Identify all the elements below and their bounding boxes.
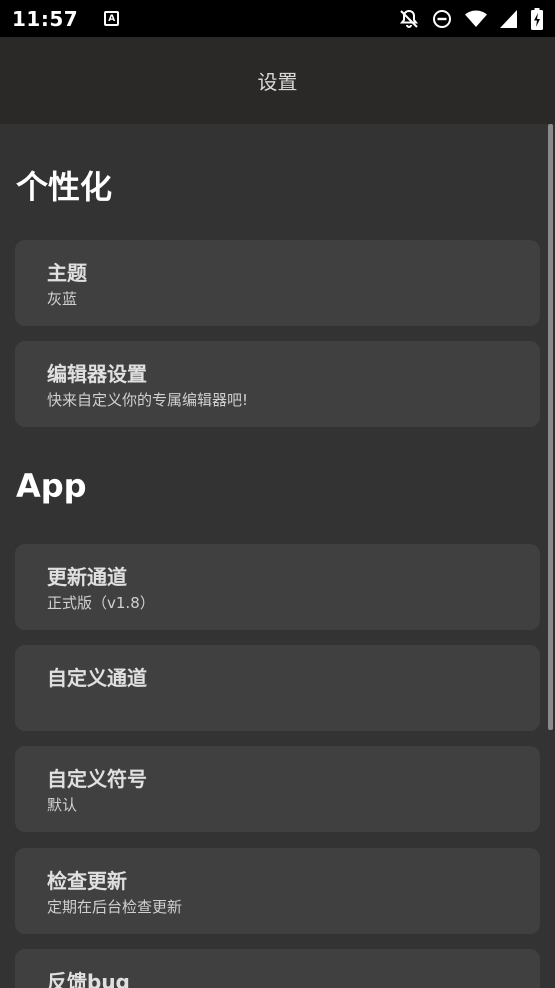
- setting-item-custom-channel[interactable]: 自定义通道: [15, 645, 540, 731]
- settings-list[interactable]: 个性化 主题 灰蓝 编辑器设置 快来自定义你的专属编辑器吧! App 更新通道 …: [0, 124, 555, 988]
- setting-subtitle: 默认: [47, 796, 78, 814]
- setting-item-update-channel[interactable]: 更新通道 正式版（v1.8）: [15, 544, 540, 630]
- scrollbar[interactable]: [548, 124, 553, 730]
- setting-subtitle: 灰蓝: [47, 290, 78, 308]
- setting-title: 自定义通道: [47, 666, 147, 690]
- signal-icon: [500, 9, 517, 28]
- setting-title: 自定义符号: [47, 767, 147, 791]
- setting-title: 主题: [47, 261, 87, 285]
- section-title-app: App: [16, 467, 87, 505]
- app-notification-icon: A: [104, 11, 120, 26]
- app-bar: 设置: [0, 37, 555, 124]
- do-not-disturb-icon: [433, 9, 451, 28]
- wifi-icon: [465, 10, 487, 27]
- status-bar: 11:57 A: [0, 0, 555, 37]
- setting-item-theme[interactable]: 主题 灰蓝: [15, 240, 540, 326]
- setting-item-editor[interactable]: 编辑器设置 快来自定义你的专属编辑器吧!: [15, 341, 540, 427]
- setting-title: 反馈bug: [47, 970, 130, 988]
- status-icons: [399, 7, 543, 30]
- setting-title: 检查更新: [47, 869, 127, 893]
- setting-title: 更新通道: [47, 565, 127, 589]
- setting-subtitle: 正式版（v1.8）: [47, 594, 155, 612]
- setting-subtitle: 快来自定义你的专属编辑器吧!: [47, 391, 249, 409]
- battery-charging-icon: [531, 7, 543, 30]
- notifications-off-icon: [399, 9, 419, 28]
- setting-item-custom-symbols[interactable]: 自定义符号 默认: [15, 746, 540, 832]
- page-title: 设置: [257, 70, 298, 94]
- setting-item-check-update[interactable]: 检查更新 定期在后台检查更新: [15, 848, 540, 934]
- section-title-personalization: 个性化: [16, 168, 113, 206]
- setting-title: 编辑器设置: [47, 362, 147, 386]
- status-time: 11:57: [12, 6, 79, 31]
- setting-subtitle: 定期在后台检查更新: [47, 898, 183, 916]
- setting-item-feedback[interactable]: 反馈bug: [15, 949, 540, 988]
